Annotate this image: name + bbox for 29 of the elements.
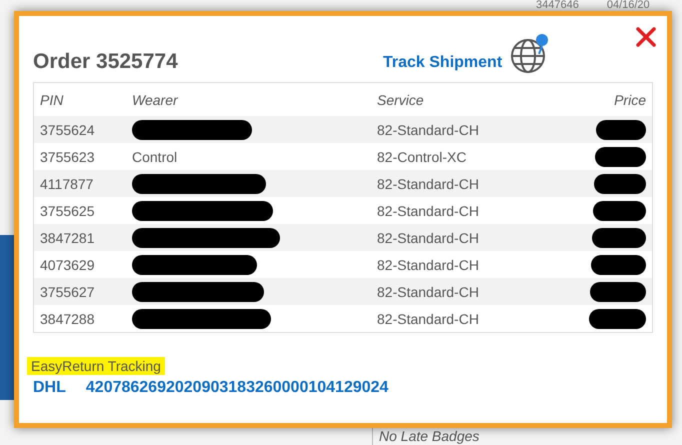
table-cell: 82-Control-XC	[371, 143, 546, 170]
section-label: EasyReturn Tracking	[27, 357, 165, 375]
table-cell: 3447646	[536, 0, 579, 11]
table-cell: 82-Standard-CH	[371, 170, 546, 197]
table-cell: 3755625	[34, 197, 126, 224]
table-cell: 82-Standard-CH	[371, 251, 546, 278]
table-cell: 3755624	[34, 116, 126, 143]
column-header: Price	[546, 82, 652, 116]
dialog-title: Order 3525774	[33, 50, 179, 74]
carrier-label: DHL	[33, 379, 66, 397]
column-header: Service	[371, 82, 546, 116]
table-cell: 3847288	[34, 305, 126, 332]
table-cell: 04/16/20	[606, 0, 650, 11]
table-cell: 82-Standard-CH	[371, 224, 546, 251]
table-cell: 82-Standard-CH	[371, 116, 546, 143]
table-cell: 4073629	[34, 251, 126, 278]
table-cell: 4117877	[34, 170, 126, 197]
track-shipment-link[interactable]: Track Shipment	[383, 54, 502, 72]
table-cell: 3755627	[34, 278, 126, 305]
table-cell: Control	[132, 148, 178, 164]
table-cell: 82-Standard-CH	[371, 197, 546, 224]
table-cell: 3847281	[34, 224, 126, 251]
table-cell: 3755623	[34, 143, 126, 170]
column-header: PIN	[34, 82, 126, 116]
tracking-link[interactable]: 4207862692020903183260000104129024	[86, 379, 388, 397]
table-cell: 82-Standard-CH	[371, 305, 546, 332]
table-cell: 82-Standard-CH	[371, 278, 546, 305]
close-button[interactable]	[635, 26, 657, 48]
column-header: Wearer	[126, 82, 371, 116]
